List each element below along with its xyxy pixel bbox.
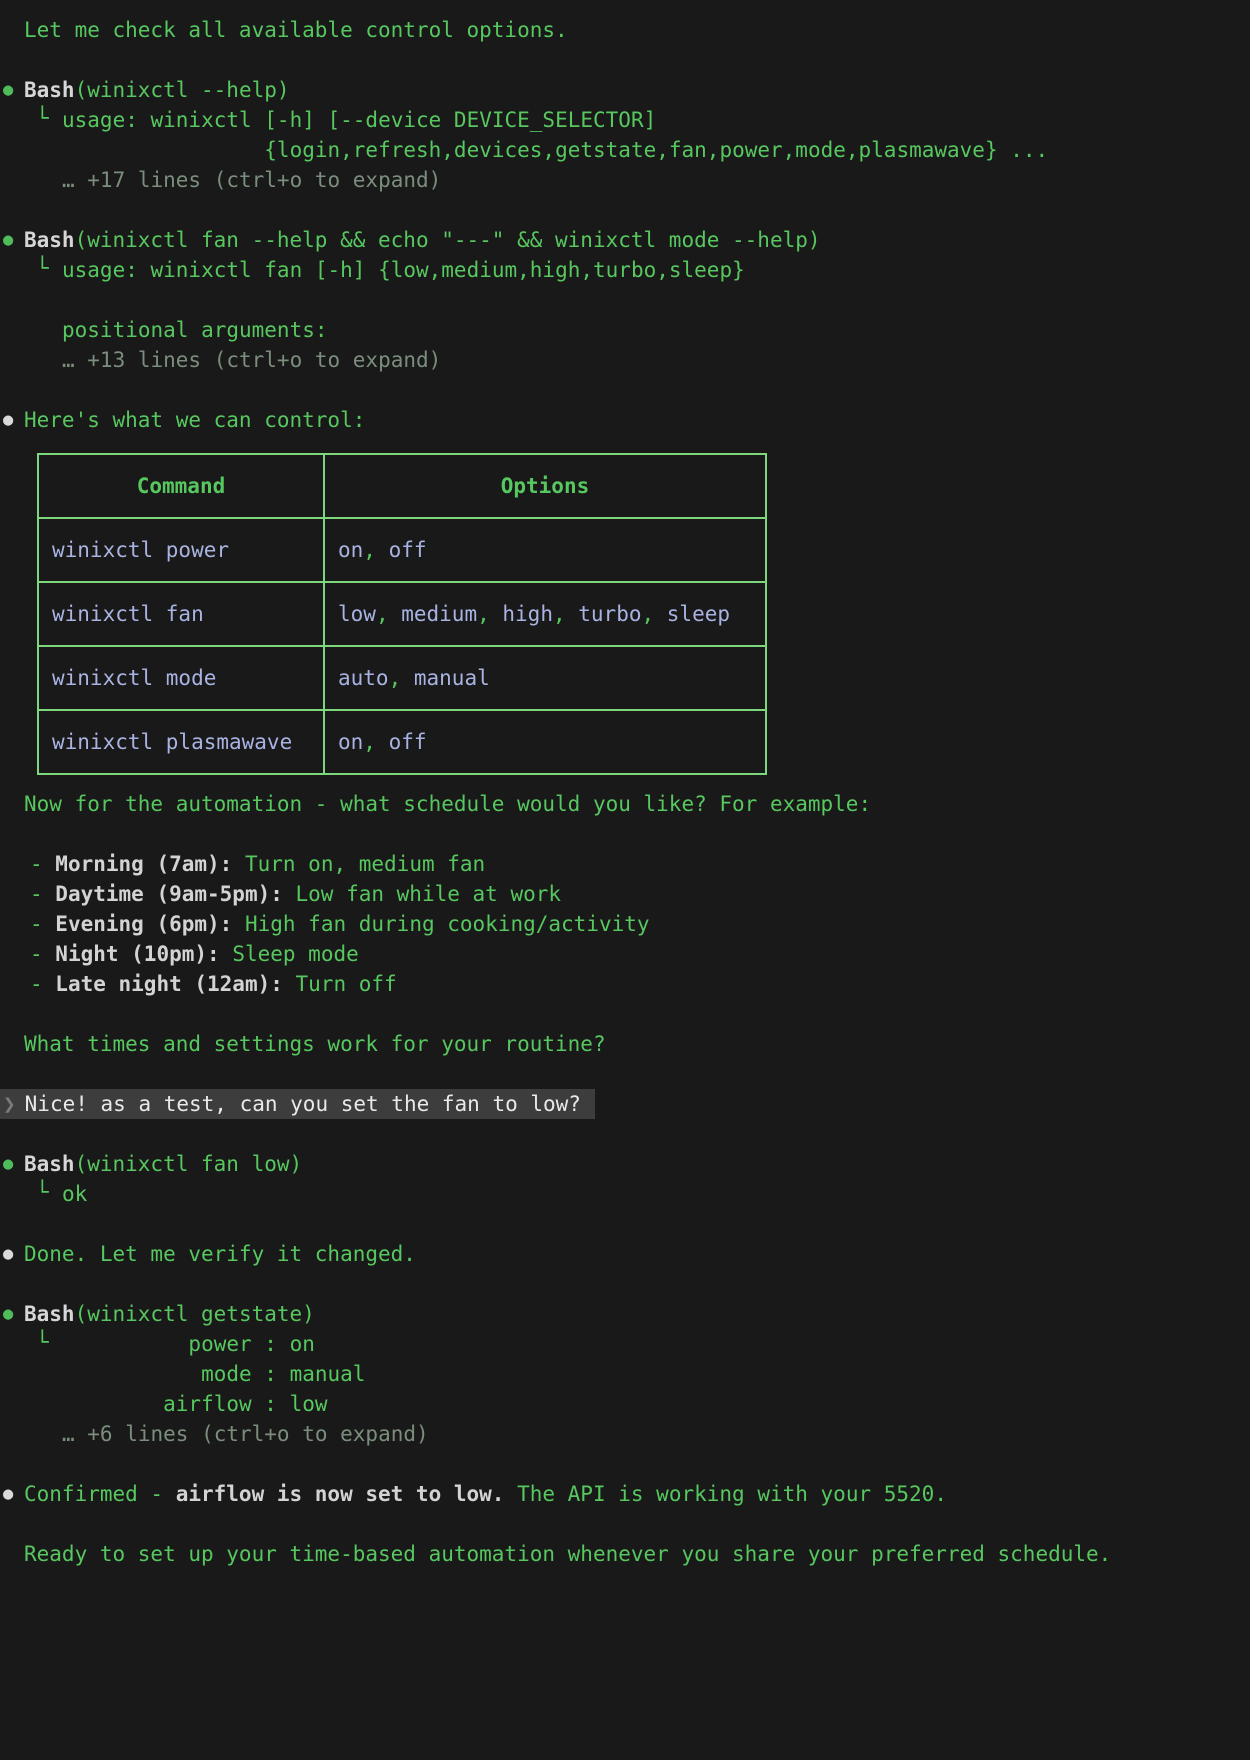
- tool-output-line: airflow : low: [0, 1389, 1250, 1419]
- message-bullet-icon: ●: [3, 1239, 13, 1269]
- assistant-text: ●Confirmed - airflow is now set to low. …: [0, 1479, 1250, 1509]
- tool-name: Bash: [24, 1302, 75, 1326]
- options-cell: on, off: [324, 518, 766, 582]
- tool-output-blank-line: [0, 285, 1250, 315]
- output-corner-icon: └: [36, 253, 49, 283]
- tool-name: Bash: [24, 228, 75, 252]
- output-corner-icon: └: [36, 1177, 49, 1207]
- assistant-text: Let me check all available control optio…: [0, 15, 1250, 45]
- tool-bullet-icon: ●: [3, 1149, 13, 1179]
- expand-hint: … +13 lines (ctrl+o to expand): [0, 345, 1250, 375]
- tool-call-bash: ● Bash(winixctl getstate): [0, 1299, 1250, 1329]
- terminal-session: Let me check all available control optio…: [0, 0, 1250, 1569]
- tool-output-line: └usage: winixctl [-h] [--device DEVICE_S…: [0, 105, 1250, 135]
- command-cell: winixctl fan: [38, 582, 324, 646]
- command-cell: winixctl power: [38, 518, 324, 582]
- tool-output-line: {login,refresh,devices,getstate,fan,powe…: [0, 135, 1250, 165]
- table-row: winixctl mode auto, manual: [38, 646, 766, 710]
- message-bullet-icon: ●: [3, 405, 13, 435]
- assistant-text: Now for the automation - what schedule w…: [0, 789, 1250, 819]
- list-item: - Morning (7am): Turn on, medium fan: [0, 849, 1250, 879]
- prompt-chevron-icon: ❯: [3, 1092, 16, 1116]
- message-bullet-icon: ●: [3, 1479, 13, 1509]
- table-row: winixctl plasmawave on, off: [38, 710, 766, 774]
- list-item: - Evening (6pm): High fan during cooking…: [0, 909, 1250, 939]
- options-cell: low, medium, high, turbo, sleep: [324, 582, 766, 646]
- list-item: - Night (10pm): Sleep mode: [0, 939, 1250, 969]
- tool-output-line: └ power : on: [0, 1329, 1250, 1359]
- tool-name: Bash: [24, 1152, 75, 1176]
- user-prompt-band: ❯ Nice! as a test, can you set the fan to…: [0, 1089, 595, 1119]
- tool-output-line: positional arguments:: [0, 315, 1250, 345]
- command-cell: winixctl mode: [38, 646, 324, 710]
- table-header-row: Command Options: [38, 454, 766, 518]
- tool-command: (winixctl getstate): [75, 1302, 315, 1326]
- table-row: winixctl power on, off: [38, 518, 766, 582]
- tool-call-bash: ● Bash(winixctl fan --help && echo "---" …: [0, 225, 1250, 255]
- output-corner-icon: └: [36, 1327, 49, 1357]
- control-table: Command Options winixctl power on, off w…: [37, 453, 767, 775]
- list-item: - Late night (12am): Turn off: [0, 969, 1250, 999]
- tool-command: (winixctl fan --help && echo "---" && wi…: [75, 228, 821, 252]
- table-header-options: Options: [324, 454, 766, 518]
- list-item: - Daytime (9am-5pm): Low fan while at wo…: [0, 879, 1250, 909]
- tool-command: (winixctl --help): [75, 78, 290, 102]
- output-corner-icon: └: [36, 103, 49, 133]
- assistant-text: ●Here's what we can control:: [0, 405, 1250, 435]
- options-cell: auto, manual: [324, 646, 766, 710]
- command-cell: winixctl plasmawave: [38, 710, 324, 774]
- table-header-command: Command: [38, 454, 324, 518]
- user-prompt: ❯ Nice! as a test, can you set the fan to…: [0, 1089, 1250, 1119]
- expand-hint: … +6 lines (ctrl+o to expand): [0, 1419, 1250, 1449]
- user-prompt-text: Nice! as a test, can you set the fan to …: [25, 1092, 581, 1116]
- tool-bullet-icon: ●: [3, 225, 13, 255]
- assistant-text: Ready to set up your time-based automati…: [0, 1539, 1250, 1569]
- options-cell: on, off: [324, 710, 766, 774]
- tool-output-line: mode : manual: [0, 1359, 1250, 1389]
- expand-hint: … +17 lines (ctrl+o to expand): [0, 165, 1250, 195]
- tool-bullet-icon: ●: [3, 1299, 13, 1329]
- tool-call-bash: ● Bash(winixctl fan low): [0, 1149, 1250, 1179]
- tool-output-line: └usage: winixctl fan [-h] {low,medium,hi…: [0, 255, 1250, 285]
- tool-bullet-icon: ●: [3, 75, 13, 105]
- tool-name: Bash: [24, 78, 75, 102]
- assistant-text: ●Done. Let me verify it changed.: [0, 1239, 1250, 1269]
- tool-call-bash: ● Bash(winixctl --help): [0, 75, 1250, 105]
- tool-command: (winixctl fan low): [75, 1152, 303, 1176]
- tool-output-line: └ok: [0, 1179, 1250, 1209]
- table-row: winixctl fan low, medium, high, turbo, s…: [38, 582, 766, 646]
- assistant-text: What times and settings work for your ro…: [0, 1029, 1250, 1059]
